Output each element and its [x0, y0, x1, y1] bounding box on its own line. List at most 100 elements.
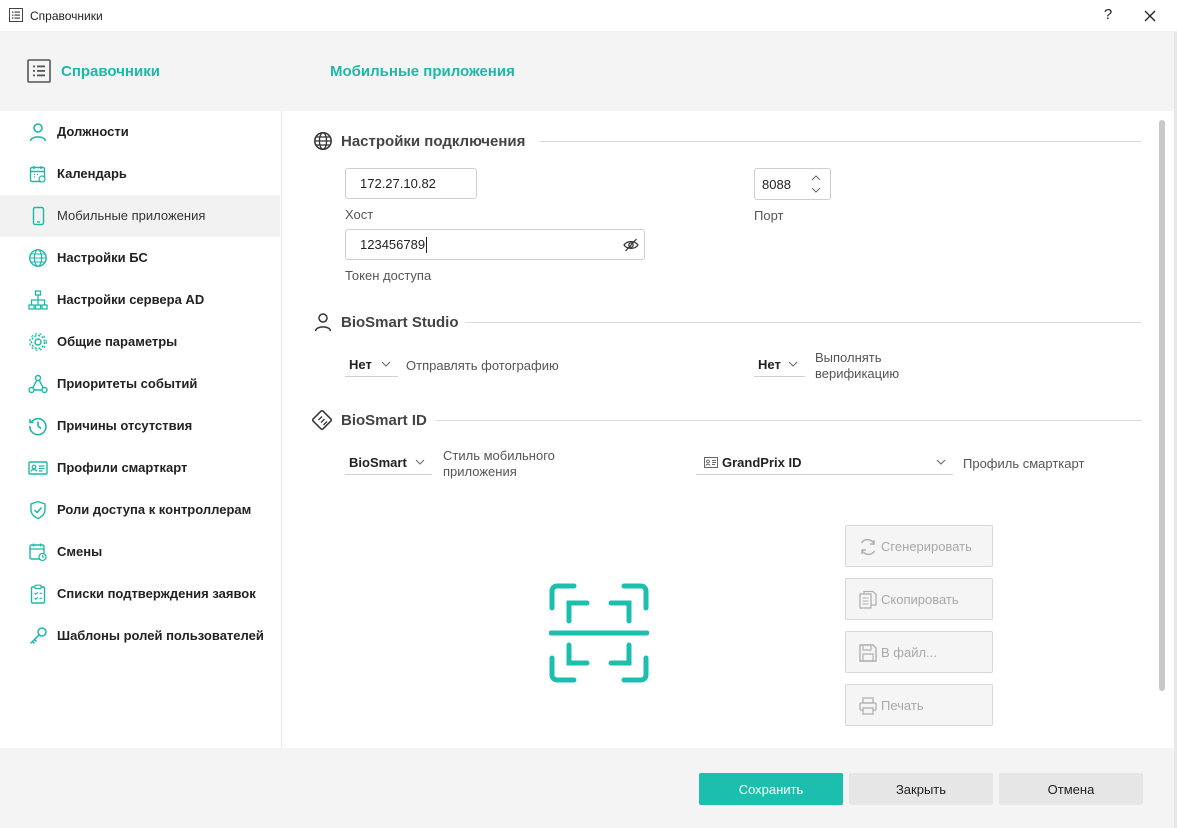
card-tilted-icon: [311, 409, 333, 431]
sidebar-item-label: Приоритеты событий: [57, 376, 198, 391]
footer-bar: Сохранить Закрыть Отмена: [0, 748, 1174, 828]
smartcard-profile-dropdown[interactable]: GrandPrix ID: [696, 451, 953, 475]
save-to-file-button[interactable]: В файл...: [845, 631, 993, 673]
app-style-value: BioSmart: [349, 455, 407, 470]
sidebar-item-controller-roles[interactable]: Роли доступа к контроллерам: [0, 489, 280, 531]
sidebar-item-ad-server[interactable]: Настройки сервера AD: [0, 279, 280, 321]
send-photo-value: Нет: [349, 357, 372, 372]
mobile-phone-icon: [32, 206, 45, 226]
send-photo-label: Отправлять фотографию: [406, 358, 559, 373]
sidebar-item-approval-lists[interactable]: Списки подтверждения заявок: [0, 573, 280, 615]
section-divider: [436, 420, 1142, 421]
studio-section-header: BioSmart Studio: [313, 312, 459, 332]
verify-dropdown[interactable]: Нет: [754, 353, 805, 377]
app-style-label-line-1: Стиль мобильного: [443, 448, 555, 463]
verify-label-line-2: верификацию: [815, 366, 900, 381]
chevron-down-icon: [788, 361, 798, 367]
printer-icon: [859, 697, 877, 715]
chevron-down-icon: [415, 459, 425, 465]
scrollbar-thumb[interactable]: [1159, 120, 1165, 691]
person-icon: [314, 313, 332, 332]
chevron-down-icon: [936, 459, 946, 465]
connection-section-title: Настройки подключения: [341, 132, 526, 150]
section-divider: [539, 141, 1142, 142]
section-divider: [465, 322, 1142, 323]
sidebar-item-label: Общие параметры: [57, 334, 178, 349]
host-label: Хост: [345, 207, 374, 222]
floppy-disk-icon: [859, 644, 877, 662]
sidebar-item-label: Настройки БС: [57, 250, 148, 265]
id-card-icon: [28, 461, 48, 475]
key-icon: [29, 627, 47, 645]
cancel-button[interactable]: Отмена: [999, 773, 1143, 805]
window-title: Справочники: [30, 9, 103, 23]
verify-label: Выполнять верификацию: [815, 350, 899, 382]
sidebar-item-positions[interactable]: Должности: [0, 111, 280, 153]
sidebar-item-label: Настройки сервера AD: [57, 292, 205, 307]
clipboard-check-icon: [30, 584, 46, 604]
sidebar-item-smartcard-profiles[interactable]: Профили смарткарт: [0, 447, 280, 489]
hierarchy-icon: [28, 374, 48, 394]
sidebar-item-calendar[interactable]: Календарь: [0, 153, 280, 195]
save-button[interactable]: Сохранить: [699, 773, 843, 805]
sidebar-item-absence-reasons[interactable]: Причины отсутствия: [0, 405, 280, 447]
help-button[interactable]: ?: [1098, 6, 1118, 23]
close-button[interactable]: Закрыть: [849, 773, 993, 805]
send-photo-dropdown[interactable]: Нет: [345, 353, 398, 377]
connection-section-header: Настройки подключения: [313, 131, 525, 151]
copy-button-label: Скопировать: [881, 592, 959, 607]
directory-title: Справочники: [61, 63, 160, 80]
sidebar-item-bs-settings[interactable]: Настройки БС: [0, 237, 280, 279]
history-icon: [29, 417, 47, 436]
close-window-button[interactable]: [1138, 4, 1162, 28]
sidebar-item-general-params[interactable]: Общие параметры: [0, 321, 280, 363]
print-button-label: Печать: [881, 698, 924, 713]
chevron-down-icon[interactable]: [811, 186, 821, 194]
sidebar-item-shifts[interactable]: Смены: [0, 531, 280, 573]
smartcard-profile-label: Профиль смарткарт: [963, 456, 1085, 471]
directory-list-icon: [27, 59, 51, 83]
calendar-icon: [29, 166, 46, 183]
network-tree-icon: [28, 290, 48, 310]
studio-section-title: BioSmart Studio: [341, 313, 459, 331]
main-content: Настройки подключения 172.27.10.82 Хост …: [283, 111, 1174, 748]
hide-password-icon[interactable]: [623, 237, 639, 253]
globe-icon: [29, 249, 47, 267]
bioid-section-title: BioSmart ID: [341, 411, 427, 429]
host-input[interactable]: 172.27.10.82: [345, 168, 477, 199]
globe-icon: [314, 132, 332, 150]
person-icon: [29, 123, 47, 142]
copy-button[interactable]: Скопировать: [845, 578, 993, 620]
sidebar-item-label: Мобильные приложения: [57, 208, 206, 223]
sidebar-item-label: Календарь: [57, 166, 127, 181]
sidebar-item-event-priorities[interactable]: Приоритеты событий: [0, 363, 280, 405]
calendar-clock-icon: [29, 543, 47, 562]
port-value: 8088: [762, 176, 791, 192]
print-button[interactable]: Печать: [845, 684, 993, 726]
sidebar-item-label: Причины отсутствия: [57, 418, 193, 433]
title-bar: Справочники ?: [0, 0, 1177, 32]
app-style-label: Стиль мобильного приложения: [443, 448, 555, 480]
sidebar-item-user-role-templates[interactable]: Шаблоны ролей пользователей: [0, 615, 280, 657]
sidebar-item-label: Списки подтверждения заявок: [57, 586, 256, 601]
chevron-up-icon[interactable]: [811, 174, 821, 182]
verify-value: Нет: [758, 357, 781, 372]
token-input[interactable]: 123456789: [345, 229, 645, 260]
sidebar-item-mobile-apps[interactable]: Мобильные приложения: [0, 195, 280, 237]
shield-check-icon: [30, 500, 46, 520]
app-style-dropdown[interactable]: BioSmart: [345, 451, 432, 475]
id-card-icon: [704, 457, 718, 468]
port-label: Порт: [754, 208, 784, 223]
port-stepper[interactable]: 8088: [754, 168, 831, 200]
bioid-section-header: BioSmart ID: [311, 409, 427, 431]
sidebar-item-label: Профили смарткарт: [57, 460, 188, 475]
token-value: 123456789: [360, 237, 426, 252]
chevron-down-icon: [381, 361, 391, 367]
app-style-label-line-2: приложения: [443, 464, 517, 479]
header-bar: Справочники Мобильные приложения: [0, 32, 1174, 111]
token-label: Токен доступа: [345, 268, 432, 283]
sidebar-item-label: Смены: [57, 544, 103, 559]
text-cursor: [426, 236, 428, 253]
copy-icon: [859, 590, 877, 609]
generate-button[interactable]: Сгенерировать: [845, 525, 993, 567]
